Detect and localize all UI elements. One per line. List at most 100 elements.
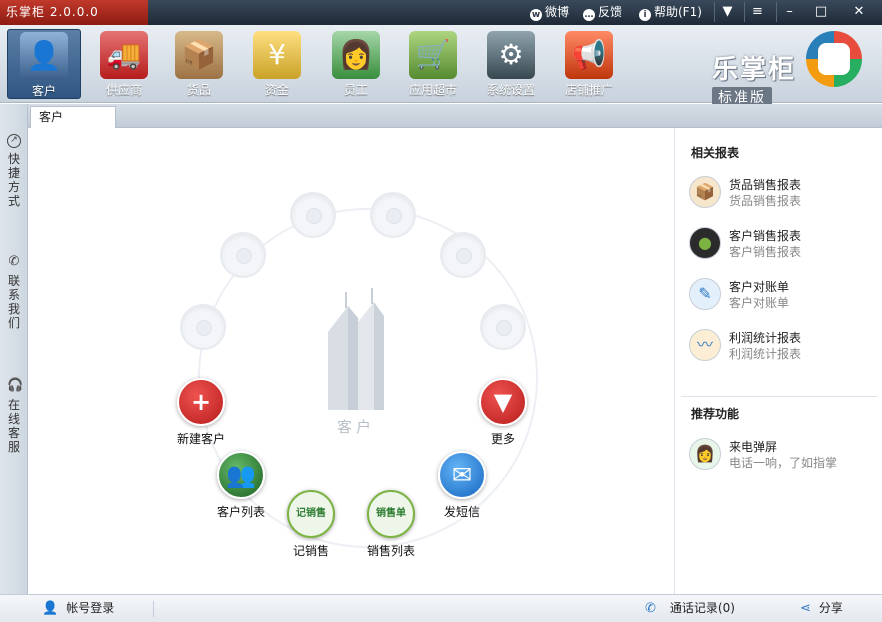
customer-icon: 👤 — [20, 32, 68, 80]
report-title: 利润统计报表 — [729, 331, 802, 345]
users-icon: 👥 — [217, 451, 265, 499]
employee-icon: 👩 — [332, 31, 380, 79]
toolbar-item-app-market[interactable]: 🛒 应用超市 — [396, 29, 470, 99]
minimize-button[interactable]: – — [776, 2, 802, 22]
weibo-link[interactable]: w 微博 — [530, 0, 569, 25]
chevron-down-icon: ▼ — [479, 378, 527, 426]
title-bar: 乐掌柜 2.0.0.0 w 微博 … 反馈 i 帮助(F1) ▼ ≡ – □ ✕ — [0, 0, 882, 25]
user-icon: 👤 — [42, 601, 59, 616]
app-title: 乐掌柜 2.0.0.0 — [0, 0, 148, 25]
new-customer-label: 新建客户 — [176, 432, 225, 446]
toolbar-label: 供应商 — [105, 83, 142, 97]
brand-logo-icon — [806, 31, 862, 87]
skin-button[interactable]: ▼ — [714, 2, 740, 22]
recommend-heading: 推荐功能 — [691, 407, 740, 421]
login-label: 帐号登录 — [66, 601, 115, 615]
toolbar-item-settings[interactable]: ⚙ 系统设置 — [474, 29, 548, 99]
maximize-button[interactable]: □ — [808, 2, 834, 22]
more-button[interactable]: ▼ 更多 — [458, 378, 548, 447]
customer-report-icon: ● — [689, 227, 721, 259]
operator-avatar-icon: 👩 — [689, 438, 721, 470]
toolbar-item-goods[interactable]: 📦 货品 — [162, 29, 236, 99]
add-user-icon: + — [177, 378, 225, 426]
report-title: 客户对账单 — [729, 280, 790, 294]
sales-list-icon-text: 销售单 — [376, 508, 406, 519]
sales-list-button[interactable]: 销售单 销售列表 — [346, 490, 436, 559]
close-icon: ✕ — [853, 4, 865, 19]
help-label: 帮助(F1) — [654, 5, 702, 19]
help-icon: i — [639, 9, 651, 21]
settings-icon: ⚙ — [487, 31, 535, 79]
report-goods-sales[interactable]: 📦 货品销售报表 货品销售报表 — [689, 174, 875, 214]
recommend-caller-popup[interactable]: 👩 来电弹屏 电话一响，了如指掌 — [689, 436, 875, 476]
empty-slot — [180, 304, 226, 350]
menu-button[interactable]: ≡ — [744, 2, 770, 22]
toolbar-item-employee[interactable]: 👩 员工 — [319, 29, 393, 99]
toolbar-item-customer[interactable]: 👤 客户 — [7, 29, 81, 99]
weibo-icon: w — [530, 9, 542, 21]
toolbar-label: 货品 — [186, 83, 211, 97]
share-icon: ⋖ — [800, 601, 811, 616]
record-sale-icon-text: 记销售 — [296, 508, 326, 519]
share-button[interactable]: ⋖ 分享 — [800, 595, 843, 622]
toolbar-label: 客户 — [31, 84, 56, 98]
report-subtitle: 客户销售报表 — [729, 245, 802, 259]
record-sale-label: 记销售 — [292, 544, 329, 558]
more-label: 更多 — [490, 432, 515, 446]
boxes-icon: 📦 — [175, 31, 223, 79]
shirt-icon: ▼ — [722, 4, 733, 19]
toolbar-item-supplier[interactable]: 🚚 供应商 — [87, 29, 161, 99]
goods-report-icon: 📦 — [689, 176, 721, 208]
building-icon — [328, 288, 384, 410]
empty-slot — [370, 192, 416, 238]
feedback-label: 反馈 — [598, 5, 623, 19]
report-subtitle: 货品销售报表 — [729, 194, 802, 208]
empty-slot — [220, 232, 266, 278]
panel-divider — [681, 396, 877, 397]
sidebar-item-support[interactable]: 🎧 在线客服 — [0, 378, 28, 454]
status-divider — [153, 601, 154, 617]
recommend-title: 来电弹屏 — [729, 440, 778, 454]
sales-list-icon: 销售单 — [367, 490, 415, 538]
report-profit-stats[interactable]: 〰 利润统计报表 利润统计报表 — [689, 327, 875, 367]
new-customer-button[interactable]: + 新建客户 — [156, 378, 246, 447]
report-subtitle: 客户对账单 — [729, 296, 790, 310]
reports-heading: 相关报表 — [691, 146, 740, 160]
sidebar-label: 联系我们 — [7, 274, 20, 330]
left-sidebar: ↗ 快捷方式 ✆ 联系我们 🎧 在线客服 — [0, 104, 28, 594]
recommend-subtitle: 电话一响，了如指掌 — [729, 456, 838, 470]
right-panel: 相关报表 📦 货品销售报表 货品销售报表 ● 客户销售报表 客户销售报表 ✎ 客… — [674, 128, 882, 594]
toolbar-label: 资金 — [264, 83, 289, 97]
login-button[interactable]: 👤 帐号登录 — [42, 595, 114, 622]
help-link[interactable]: i 帮助(F1) — [639, 0, 702, 25]
report-title: 货品销售报表 — [729, 178, 802, 192]
truck-icon: 🚚 — [100, 31, 148, 79]
close-button[interactable]: ✕ — [846, 2, 872, 22]
sidebar-item-shortcut[interactable]: ↗ 快捷方式 — [0, 134, 28, 208]
feedback-link[interactable]: … 反馈 — [583, 0, 622, 25]
record-sale-button[interactable]: 记销售 记销售 — [266, 490, 356, 559]
sidebar-label: 在线客服 — [7, 398, 20, 454]
phone-icon: ✆ — [645, 601, 656, 616]
tab-customer[interactable]: 客户 — [30, 106, 116, 129]
phone-icon: ✆ — [8, 254, 20, 269]
weibo-label: 微博 — [545, 5, 570, 19]
toolbar-label: 店铺推广 — [564, 83, 613, 97]
envelope-icon: ✉ — [438, 451, 486, 499]
empty-slot — [290, 192, 336, 238]
report-title: 客户销售报表 — [729, 229, 802, 243]
toolbar-item-promotion[interactable]: 📢 店铺推广 — [552, 29, 626, 99]
headset-icon: 🎧 — [7, 378, 24, 393]
call-log-button[interactable]: ✆ 通话记录(0) — [645, 595, 735, 622]
sidebar-label: 快捷方式 — [7, 152, 20, 208]
report-customer-sales[interactable]: ● 客户销售报表 客户销售报表 — [689, 225, 875, 265]
record-sale-icon: 记销售 — [287, 490, 335, 538]
toolbar-label: 应用超市 — [408, 83, 457, 97]
profit-chart-icon: 〰 — [689, 329, 721, 361]
report-customer-statement[interactable]: ✎ 客户对账单 客户对账单 — [689, 276, 875, 316]
sidebar-item-contact[interactable]: ✆ 联系我们 — [0, 254, 28, 330]
sales-list-label: 销售列表 — [366, 544, 415, 558]
megaphone-icon: 📢 — [565, 31, 613, 79]
hub-center-label: 客户 — [336, 418, 375, 436]
toolbar-item-funds[interactable]: ¥ 资金 — [240, 29, 314, 99]
